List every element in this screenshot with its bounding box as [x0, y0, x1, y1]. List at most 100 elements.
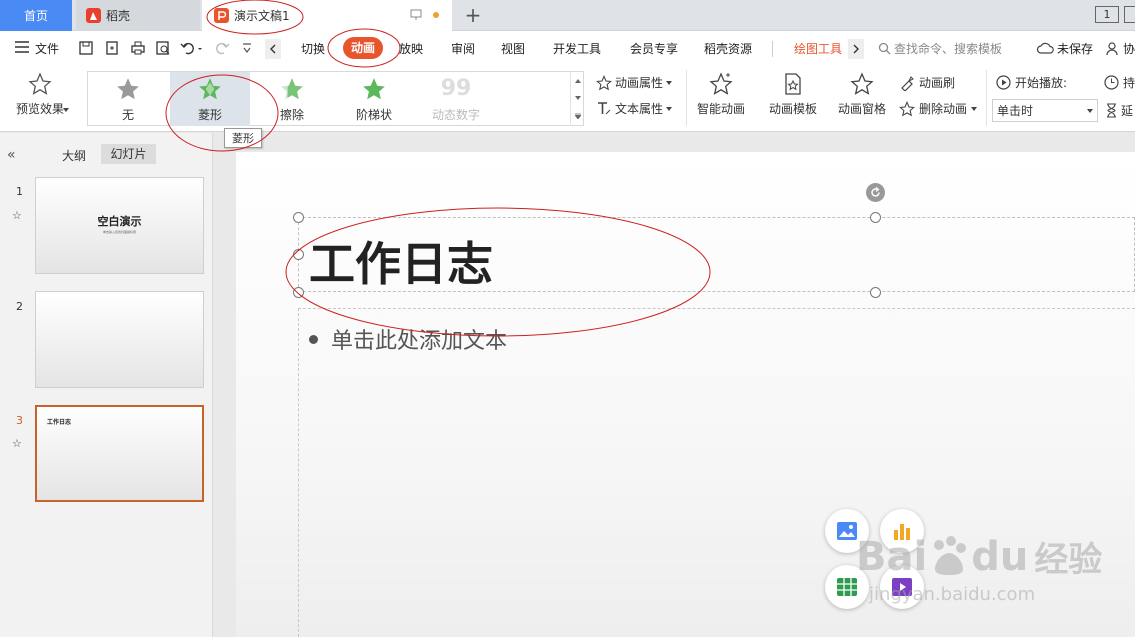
delay-label: 延	[1121, 104, 1134, 118]
slide-thumbnail-3[interactable]: 工作日志	[35, 405, 204, 502]
tab-daoke[interactable]: 稻壳	[76, 0, 200, 31]
slide-number: 2	[16, 300, 23, 313]
delete-animation-label: 删除动画	[919, 102, 968, 116]
daoke-logo-icon	[86, 8, 101, 23]
star-grey-icon	[115, 76, 141, 102]
menu-review[interactable]: 审阅	[451, 39, 475, 59]
menu-member[interactable]: 会员专享	[630, 39, 678, 59]
tab-document[interactable]: 演示文稿1	[202, 0, 452, 31]
menu-drawing-tools[interactable]: 绘图工具	[794, 39, 842, 59]
export-icon[interactable]	[104, 40, 120, 56]
scroll-up-icon	[574, 78, 581, 83]
menu-divider	[772, 41, 773, 57]
start-play-select[interactable]: 单击时	[992, 99, 1098, 122]
delete-animation-button[interactable]: 删除动画	[899, 100, 978, 117]
new-tab-button[interactable]: +	[460, 2, 486, 28]
search-input[interactable]: 查找命令、搜索模板	[894, 39, 1002, 59]
save-icon[interactable]	[78, 40, 94, 56]
thumb-title: 工作日志	[47, 419, 72, 426]
ribbon-divider	[986, 70, 987, 126]
resize-handle[interactable]	[293, 212, 304, 223]
scroll-left-button[interactable]	[265, 39, 281, 59]
page-indicator[interactable]: 1	[1095, 6, 1119, 23]
menu-view[interactable]: 视图	[501, 39, 525, 59]
tab-home[interactable]: 首页	[0, 0, 72, 31]
effect-diamond[interactable]: 菱形	[170, 72, 250, 126]
page-indicator-label: 1	[1103, 8, 1111, 21]
effect-wipe[interactable]: 擦除	[252, 72, 332, 126]
effect-diamond-label: 菱形	[197, 108, 222, 122]
screen-icon[interactable]	[410, 9, 422, 21]
unsaved-status[interactable]: 未保存	[1057, 39, 1093, 59]
star-green-wipe-icon	[279, 76, 305, 102]
smart-animation-button[interactable]: 智能动画	[692, 72, 750, 117]
menu-daoke-resources[interactable]: 稻壳资源	[704, 39, 752, 59]
animation-pane-button[interactable]: 动画窗格	[836, 72, 888, 117]
menu-slideshow[interactable]: 放映	[399, 39, 423, 59]
print-icon[interactable]	[130, 40, 146, 56]
hourglass-icon	[1107, 103, 1116, 118]
rotate-handle-icon[interactable]	[866, 183, 885, 202]
slide-thumbnail-1[interactable]: 空白演示 单击输入您的封面副标题	[35, 177, 204, 274]
menu-animation[interactable]: 动画	[343, 37, 383, 59]
animation-brush-label: 动画刷	[919, 76, 956, 90]
text-properties-icon	[598, 101, 611, 114]
animation-pane-label: 动画窗格	[837, 102, 886, 116]
menu-developer[interactable]: 开发工具	[553, 39, 601, 59]
print-preview-icon[interactable]	[155, 40, 171, 56]
slide-canvas[interactable]: 工作日志 单击此处添加文本 Bai du 经验 jingyan.baidu.co…	[236, 152, 1135, 637]
window-control-icon[interactable]	[1124, 6, 1135, 23]
slide-thumbnail-2[interactable]	[35, 291, 204, 388]
star-green-stairs-icon	[361, 76, 387, 102]
dropdown-icon	[666, 106, 673, 111]
picture-icon	[837, 522, 857, 540]
preview-dropdown-icon[interactable]	[63, 108, 69, 112]
effect-none[interactable]: 无	[88, 72, 168, 126]
preview-effect-button[interactable]: 预览效果	[8, 72, 72, 124]
scroll-right-button[interactable]	[848, 39, 864, 59]
watermark-url: jingyan.baidu.com	[869, 584, 1036, 605]
gallery-scroll[interactable]	[570, 72, 584, 126]
user-collab-icon	[1106, 42, 1120, 56]
effect-dynamic-number: 99 动态数字	[416, 72, 496, 126]
tab-home-label: 首页	[23, 9, 48, 23]
title-placeholder[interactable]: 工作日志	[298, 217, 1135, 292]
resize-handle[interactable]	[870, 287, 881, 298]
slides-tab[interactable]: 幻灯片	[101, 144, 156, 164]
dropdown-icon	[1087, 108, 1093, 113]
customize-dropdown-icon[interactable]	[242, 42, 252, 54]
resize-handle[interactable]	[293, 287, 304, 298]
thumb-subtitle: 单击输入您的封面副标题	[102, 230, 136, 234]
delete-star-icon	[899, 100, 915, 116]
slides-panel: « 大纲 幻灯片 1 ☆ 空白演示 单击输入您的封面副标题 2 3 ☆ 工作日志	[0, 133, 213, 637]
slide-title[interactable]: 工作日志	[309, 228, 493, 294]
duration-group: 持	[1104, 74, 1135, 91]
outline-tab[interactable]: 大纲	[62, 147, 86, 164]
effect-wipe-label: 擦除	[279, 108, 304, 122]
text-properties-button[interactable]: 文本属性	[596, 100, 673, 117]
start-play-label: 开始播放:	[1015, 76, 1068, 90]
effect-stairs[interactable]: 阶梯状	[334, 72, 414, 126]
collapse-panel-icon[interactable]: «	[7, 147, 16, 163]
tab-daoke-label: 稻壳	[106, 9, 131, 23]
animation-brush-button[interactable]: 动画刷	[899, 74, 955, 91]
ribbon-divider	[686, 70, 687, 126]
dropdown-icon	[971, 106, 978, 111]
menu-switch[interactable]: 切换	[301, 39, 325, 59]
hamburger-icon[interactable]	[15, 41, 29, 53]
menu-file[interactable]: 文件	[35, 39, 59, 59]
animation-properties-button[interactable]: 动画属性	[596, 74, 673, 91]
body-text[interactable]: 单击此处添加文本	[331, 323, 507, 355]
play-circle-icon	[996, 75, 1011, 90]
animation-template-button[interactable]: 动画模板	[764, 72, 822, 117]
pane-star-icon	[850, 72, 874, 95]
resize-handle[interactable]	[870, 212, 881, 223]
collab-button[interactable]: 协	[1123, 39, 1135, 59]
watermark-cn: 经验	[1034, 540, 1103, 580]
undo-icon[interactable]	[180, 40, 202, 56]
resize-handle[interactable]	[293, 249, 304, 260]
bullet-icon	[309, 335, 318, 344]
slide-number: 3	[16, 414, 23, 427]
animation-star-icon: ☆	[12, 437, 22, 450]
redo-icon[interactable]	[214, 40, 236, 56]
